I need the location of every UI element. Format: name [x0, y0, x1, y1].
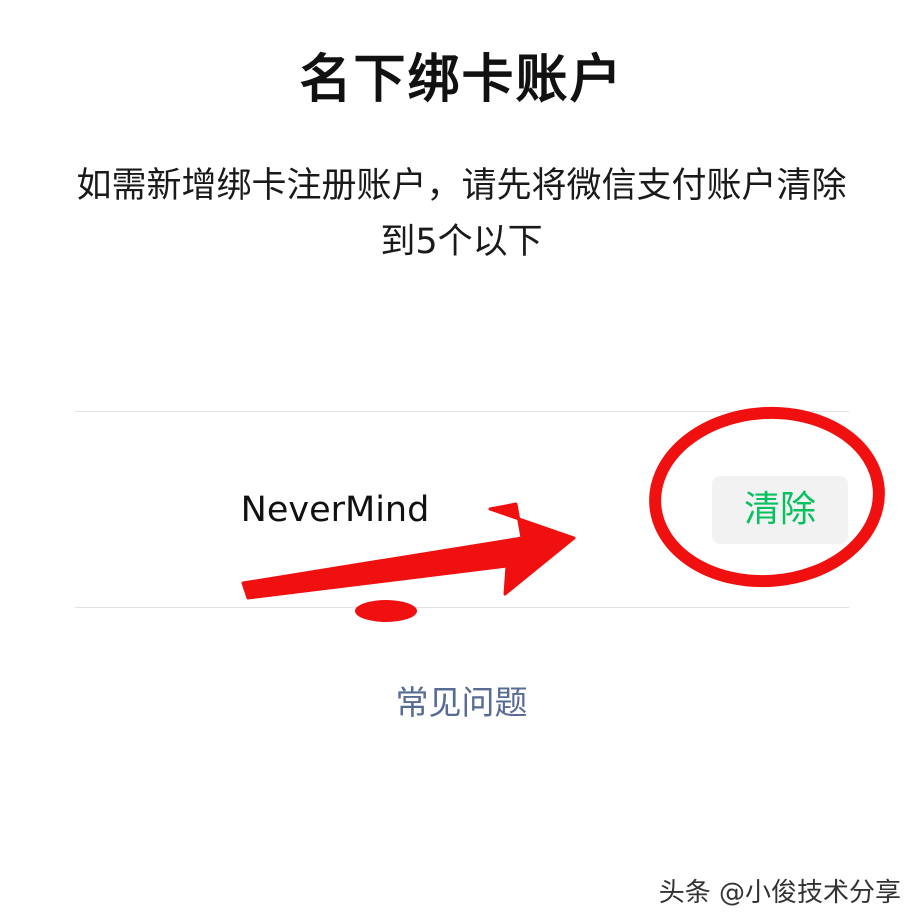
- page-title: 名下绑卡账户: [299, 50, 624, 110]
- account-name: NeverMind: [200, 484, 470, 536]
- redaction-mark: [355, 600, 417, 622]
- account-name-text: NeverMind: [240, 490, 430, 530]
- divider-top: [75, 411, 849, 412]
- clear-button[interactable]: 清除: [712, 476, 848, 544]
- faq-link[interactable]: 常见问题: [0, 677, 923, 729]
- divider-bottom: [75, 607, 849, 608]
- watermark: 头条 @小俊技术分享: [658, 878, 901, 908]
- annotation-overlay: [241, 406, 885, 622]
- notice-text: 如需新增绑卡注册账户，请先将微信支付账户清除到5个以下: [76, 166, 847, 262]
